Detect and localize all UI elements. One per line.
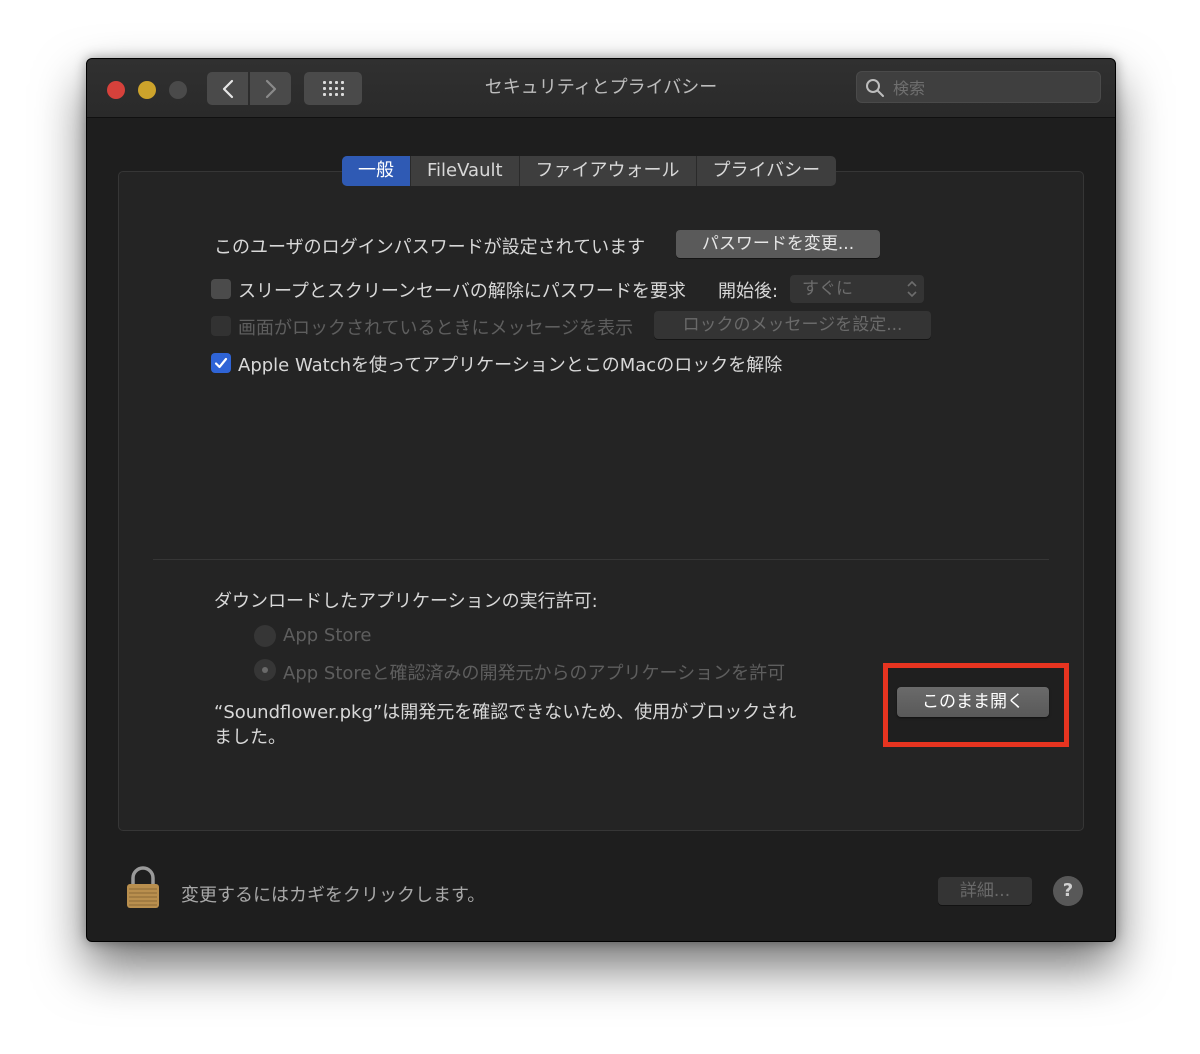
- system-preferences-window: セキュリティとプライバシー 一般 FileVault ファイアウォール プライバ…: [86, 58, 1116, 942]
- select-value: すぐに: [802, 279, 853, 299]
- grid-icon: [322, 81, 344, 96]
- title-bar: セキュリティとプライバシー: [87, 59, 1115, 118]
- section-divider: [153, 559, 1049, 560]
- blocked-message-line1: “Soundflower.pkg”は開発元を確認できないため、使用がブロックされ: [214, 702, 797, 723]
- lock-icon[interactable]: [125, 865, 161, 909]
- require-password-delay-select[interactable]: すぐに: [790, 275, 924, 303]
- chevron-right-icon: [265, 79, 276, 98]
- back-button[interactable]: [207, 72, 248, 105]
- change-password-button[interactable]: パスワードを変更...: [676, 230, 880, 258]
- help-button[interactable]: ?: [1053, 876, 1083, 906]
- search-input[interactable]: [891, 75, 1095, 101]
- tab-general[interactable]: 一般: [342, 156, 411, 186]
- updown-chevron-icon: [907, 280, 917, 298]
- tab-privacy[interactable]: プライバシー: [697, 156, 837, 186]
- advanced-button[interactable]: 詳細...: [938, 877, 1032, 905]
- radio-identified-developers-label: App Storeと確認済みの開発元からのアプリケーションを許可: [283, 663, 786, 684]
- forward-button[interactable]: [250, 72, 291, 105]
- show-all-button[interactable]: [304, 72, 362, 105]
- downloads-heading: ダウンロードしたアプリケーションの実行許可:: [214, 591, 598, 612]
- chevron-left-icon: [222, 79, 233, 98]
- minimize-button[interactable]: [138, 81, 156, 99]
- password-status-text: このユーザのログインパスワードが設定されています: [214, 237, 646, 258]
- close-button[interactable]: [107, 81, 125, 99]
- apple-watch-unlock-checkbox[interactable]: [211, 353, 231, 373]
- tab-bar: 一般 FileVault ファイアウォール プライバシー: [342, 156, 837, 186]
- require-password-label: スリープとスクリーンセーバの解除にパスワードを要求: [238, 281, 686, 302]
- tab-filevault[interactable]: FileVault: [411, 156, 520, 186]
- lock-hint-text: 変更するにはカギをクリックします。: [181, 885, 486, 906]
- search-field[interactable]: [856, 71, 1101, 103]
- zoom-button[interactable]: [169, 81, 187, 99]
- radio-app-store[interactable]: [254, 625, 276, 647]
- tab-firewall[interactable]: ファイアウォール: [520, 156, 697, 186]
- blocked-message-line2: ました。: [214, 727, 286, 748]
- after-label: 開始後:: [718, 281, 779, 302]
- set-lock-message-button[interactable]: ロックのメッセージを設定...: [654, 311, 931, 339]
- radio-identified-developers[interactable]: [254, 659, 276, 681]
- radio-app-store-label: App Store: [283, 625, 372, 646]
- lock-message-checkbox[interactable]: [211, 316, 231, 336]
- search-icon: [866, 79, 884, 97]
- require-password-checkbox[interactable]: [211, 279, 231, 299]
- checkmark-icon: [214, 357, 228, 369]
- open-anyway-button[interactable]: このまま開く: [897, 687, 1049, 717]
- lock-message-label: 画面がロックされているときにメッセージを表示: [238, 318, 634, 339]
- apple-watch-unlock-label: Apple Watchを使ってアプリケーションとこのMacのロックを解除: [238, 355, 783, 376]
